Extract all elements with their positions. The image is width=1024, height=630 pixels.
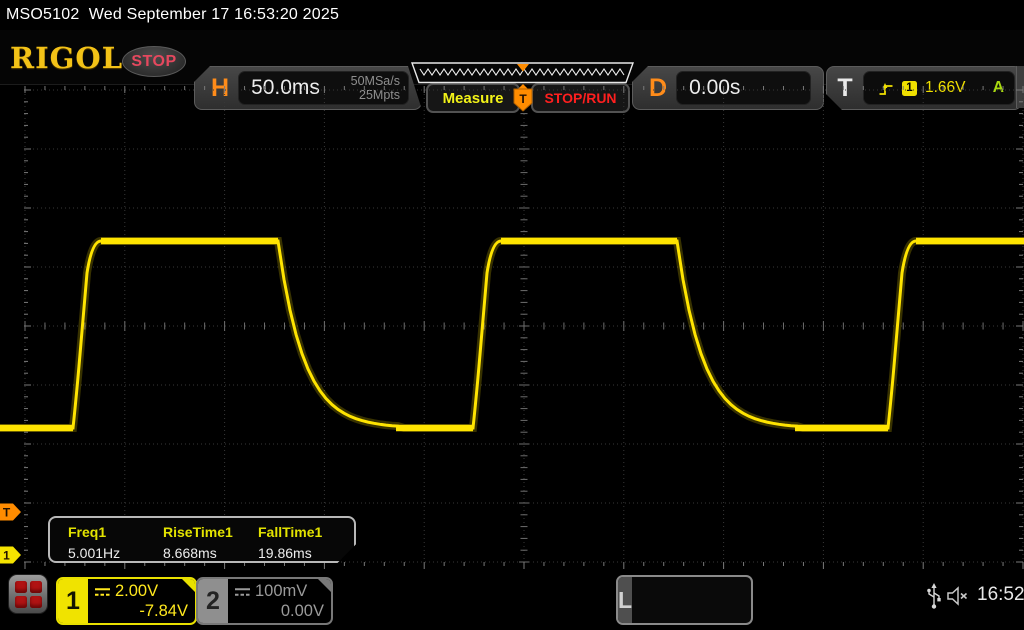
measurement-item: Freq1 5.001Hz bbox=[68, 524, 163, 561]
waveform-overview-strip[interactable] bbox=[405, 62, 640, 84]
dc-coupling-icon bbox=[234, 587, 251, 597]
oscilloscope-screen: MSO5102 Wed September 17 16:53:20 2025 R… bbox=[0, 0, 1024, 630]
ch1-ground-flag[interactable]: 1 bbox=[0, 547, 21, 564]
svg-text:1: 1 bbox=[3, 549, 10, 563]
channel-2-values: 100mV 0.00V bbox=[228, 579, 331, 623]
svg-text:T: T bbox=[3, 506, 11, 520]
red-square bbox=[30, 596, 42, 608]
ch1-waveform-glow bbox=[0, 241, 1024, 428]
trigger-level-flag[interactable]: T bbox=[0, 504, 21, 521]
measurement-label: RiseTime1 bbox=[163, 524, 258, 540]
measurement-value: 5.001Hz bbox=[68, 545, 163, 561]
muted-speaker-icon bbox=[946, 586, 972, 606]
channel-2-number: 2 bbox=[198, 579, 228, 623]
bottom-bar: 1 2.00V -7.84V 2 bbox=[0, 570, 1024, 630]
channel-2-offset: 0.00V bbox=[234, 602, 324, 621]
logic-channel-numbers: 0 1 2 3 4 5 6 7 8 9 1011 12131415 bbox=[632, 577, 753, 623]
channel-1-values: 2.00V -7.84V bbox=[88, 579, 195, 623]
acquisition-status-badge[interactable]: STOP bbox=[122, 46, 186, 77]
measurement-label: FallTime1 bbox=[258, 524, 353, 540]
channel-1-status-block[interactable]: 1 2.00V -7.84V bbox=[56, 577, 197, 625]
channel-2-status-block[interactable]: 2 100mV 0.00V bbox=[196, 577, 333, 625]
model-and-datetime: MSO5102 Wed September 17 16:53:20 2025 bbox=[6, 6, 339, 24]
measurement-value: 19.86ms bbox=[258, 545, 353, 561]
acquisition-status-label: STOP bbox=[131, 53, 176, 71]
logic-channels-block[interactable]: L 0 1 2 3 4 5 6 7 8 9 1011 12131415 bbox=[616, 575, 753, 625]
logic-row-top: 0 1 2 3 4 5 6 7 bbox=[641, 620, 753, 626]
red-square bbox=[30, 581, 42, 593]
red-square bbox=[15, 596, 27, 608]
channel-1-offset: -7.84V bbox=[94, 602, 188, 621]
measurement-item: RiseTime1 8.668ms bbox=[163, 524, 258, 561]
svg-text:T: T bbox=[519, 92, 527, 106]
status-bar: MSO5102 Wed September 17 16:53:20 2025 bbox=[0, 0, 1024, 30]
folded-corner bbox=[318, 579, 331, 592]
measurement-results-panel[interactable]: Freq1 5.001Hz RiseTime1 8.668ms FallTime… bbox=[48, 516, 356, 563]
channel-1-number: 1 bbox=[58, 579, 88, 623]
folded-corner bbox=[182, 579, 195, 592]
rigol-logo: RIGOL bbox=[10, 41, 123, 75]
red-square bbox=[15, 581, 27, 593]
trigger-position-marker[interactable]: T bbox=[514, 84, 532, 111]
measurement-value: 8.668ms bbox=[163, 545, 258, 561]
waveform-display-area[interactable]: T T 1 bbox=[0, 84, 1024, 570]
channel-1-scale: 2.00V bbox=[115, 582, 158, 601]
header-bar: RIGOL STOP H 50.0ms 50MSa/s 25Mpts Measu… bbox=[0, 30, 1024, 85]
measurement-label: Freq1 bbox=[68, 524, 163, 540]
clock: 16:52 bbox=[977, 584, 1024, 606]
channel-2-scale: 100mV bbox=[255, 582, 307, 601]
dc-coupling-icon bbox=[94, 587, 111, 597]
ch1-waveform-flat-segments bbox=[0, 241, 1024, 428]
measurement-item: FallTime1 19.86ms bbox=[258, 524, 353, 561]
logic-label: L bbox=[618, 577, 632, 623]
usb-icon bbox=[926, 582, 942, 610]
windows-menu-icon[interactable] bbox=[8, 574, 48, 614]
ch1-waveform-trace bbox=[0, 241, 1024, 428]
